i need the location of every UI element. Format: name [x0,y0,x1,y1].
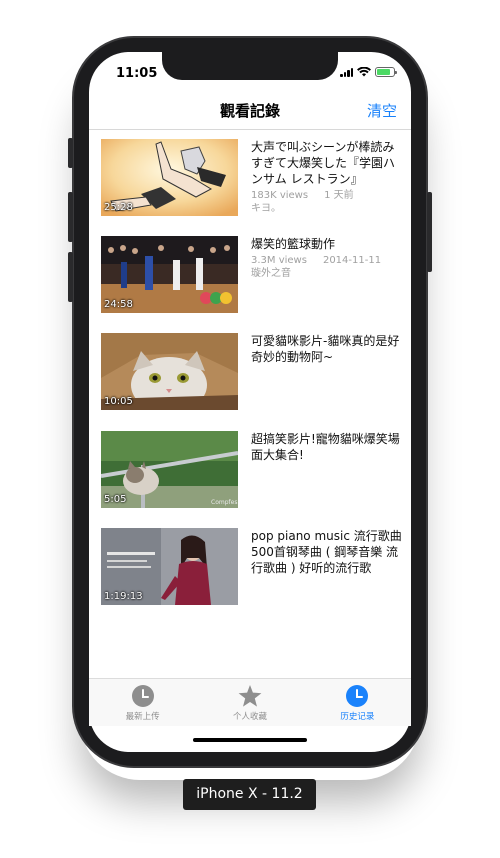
video-views: 3.3M views [251,255,307,267]
tab-bar: 最新上传 个人收藏 历史记录 [89,678,411,726]
cellular-signal-icon [340,67,353,77]
history-list: 25:28 大声で叫ぶシーンが棒読みすぎて大爆笑した『学園ハンサム レストラン』… [101,139,406,625]
video-duration: 25:28 [104,202,133,213]
video-info: 超搞笑影片!寵物貓咪爆笑場面大集合! [251,431,406,528]
video-title: 大声で叫ぶシーンが棒読みすぎて大爆笑した『学園ハンサム レストラン』 [251,140,396,186]
star-icon [238,685,262,707]
video-info: pop piano music 流行歌曲500首钢琴曲 ( 鋼琴音樂 流行歌曲 … [251,528,406,625]
video-title: pop piano music 流行歌曲500首钢琴曲 ( 鋼琴音樂 流行歌曲 … [251,528,402,575]
video-channel: 璇外之音 [251,268,291,280]
home-indicator[interactable] [193,738,307,742]
video-thumbnail: 25:28 [101,139,238,216]
video-thumbnail: 24:58 [101,236,238,314]
video-info: 可愛貓咪影片-貓咪真的是好奇妙的動物阿~ [251,333,406,430]
device-label: iPhone X - 11.2 [183,779,316,810]
video-views: 183K views [251,190,309,201]
tab-history[interactable]: 历史记录 [304,679,411,726]
volume-up-button [68,192,73,242]
volume-down-button [68,252,73,302]
status-icons [340,67,397,77]
clear-button[interactable]: 清空 [367,100,397,121]
wifi-icon [357,67,371,77]
video-channel: キヨ。 [251,203,281,214]
notch [162,52,338,80]
video-title: 可愛貓咪影片-貓咪真的是好奇妙的動物阿~ [251,334,400,365]
video-date: 2014-11-11 [322,255,382,267]
video-duration: 5:05 [104,493,127,505]
clock-icon [131,685,154,707]
navigation-bar: 觀看記錄 清空 [89,90,411,130]
side-button [427,192,432,272]
tab-label: 历史记录 [340,712,375,722]
video-row[interactable]: 10:05 可愛貓咪影片-貓咪真的是好奇妙的動物阿~ [101,333,406,430]
video-duration: 1:19:13 [104,590,143,602]
video-row[interactable]: 24:58 爆笑的籃球動作 3.3M views 2014-11-11 璇外之音 [101,236,406,333]
page-title: 觀看記錄 [219,102,280,120]
status-time: 11:05 [116,66,158,81]
video-info: 大声で叫ぶシーンが棒読みすぎて大爆笑した『学園ハンサム レストラン』 183K … [251,139,406,236]
video-row[interactable]: 25:28 大声で叫ぶシーンが棒読みすぎて大爆笑した『学園ハンサム レストラン』… [101,139,406,236]
video-title: 超搞笑影片!寵物貓咪爆笑場面大集合! [251,431,400,462]
tab-label: 个人收藏 [232,712,267,722]
video-thumbnail: Compfesic 5:05 [101,430,238,508]
video-info: 爆笑的籃球動作 3.3M views 2014-11-11 璇外之音 [251,236,406,333]
video-title: 爆笑的籃球動作 [251,237,336,252]
video-meta: 183K views 1 天前 [251,189,406,202]
tab-latest-uploads[interactable]: 最新上传 [89,679,196,726]
video-row[interactable]: 1:19:13 pop piano music 流行歌曲500首钢琴曲 ( 鋼琴… [101,527,406,625]
video-duration: 10:05 [104,396,133,408]
svg-text:Compfesic: Compfesic [211,499,238,506]
video-date: 1 天前 [324,190,354,201]
video-meta: 3.3M views 2014-11-11 [251,254,406,267]
tab-label: 最新上传 [125,712,160,722]
video-thumbnail: 1:19:13 [101,527,238,605]
battery-icon [375,67,397,77]
video-duration: 24:58 [104,299,133,311]
mute-switch [68,138,73,168]
video-row[interactable]: Compfesic 5:05 超搞笑影片!寵物貓咪爆笑場面大集合! [101,430,406,528]
tab-favorites[interactable]: 个人收藏 [196,679,303,726]
clock-icon [346,685,369,707]
video-thumbnail: 10:05 [101,333,238,411]
